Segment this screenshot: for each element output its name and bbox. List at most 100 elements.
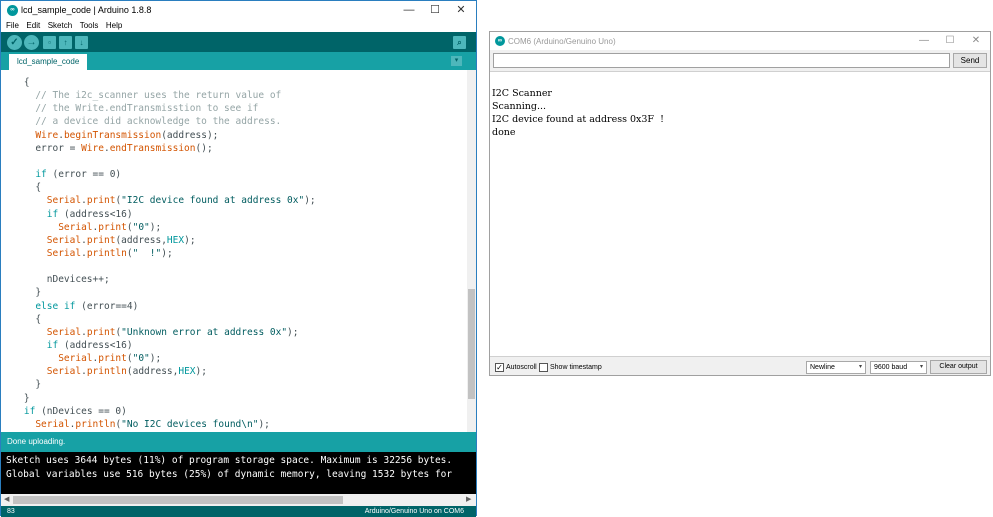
code-token: }: [1, 379, 42, 391]
code-line: error = Wire.endTransmission();: [1, 142, 213, 155]
line-ending-value: Newline: [810, 364, 835, 371]
close-button[interactable]: ✕: [447, 1, 475, 19]
code-token: );: [149, 353, 162, 365]
code-token: (address,: [126, 366, 179, 378]
code-token: );: [287, 326, 299, 338]
menu-sketch[interactable]: Sketch: [48, 19, 72, 32]
code-line: Serial.print("0");: [1, 352, 161, 365]
maximize-button[interactable]: ☐: [938, 32, 962, 50]
code-token: if: [23, 405, 36, 417]
code-line: if (nDevices == 0): [1, 405, 127, 418]
baud-rate-select[interactable]: 9600 baud ▾: [870, 361, 927, 374]
code-token: if: [46, 340, 59, 351]
menu-edit[interactable]: Edit: [26, 19, 40, 32]
arduino-ide-window: ∞ lcd_sample_code | Arduino 1.8.8 — ☐ ✕ …: [0, 0, 477, 517]
code-token: "Unknown error at address 0x": [121, 326, 288, 338]
code-editor[interactable]: { // The i2c_scanner uses the return val…: [1, 70, 467, 432]
code-token: println: [86, 247, 127, 259]
verify-button[interactable]: ✓: [7, 35, 22, 50]
code-line: }: [1, 286, 41, 299]
console-line: Sketch uses 3644 bytes (11%) of program …: [6, 455, 453, 466]
send-button[interactable]: Send: [953, 53, 987, 68]
scroll-left-arrow-icon[interactable]: ◀: [4, 494, 9, 506]
code-token: (address<16): [58, 340, 133, 351]
code-token: Serial: [46, 247, 82, 259]
code-line: if (address<16): [1, 208, 133, 221]
code-token: );: [304, 195, 316, 207]
autoscroll-checkbox[interactable]: ✓: [495, 363, 504, 372]
menu-tools[interactable]: Tools: [80, 19, 99, 32]
code-token: (nDevices == 0): [35, 405, 127, 417]
clear-output-button[interactable]: Clear output: [930, 360, 987, 374]
board-port-info: Arduino/Genuino Uno on COM6: [364, 508, 464, 515]
code-line: if (error == 0): [1, 168, 121, 181]
code-line: }: [1, 392, 30, 405]
new-sketch-button[interactable]: ▫: [43, 36, 56, 49]
code-token: HEX: [166, 234, 185, 246]
line-number: 83: [7, 508, 15, 515]
code-token: " !": [132, 247, 162, 259]
code-token: );: [258, 418, 270, 430]
status-bar: Done uploading.: [1, 432, 476, 452]
minimize-button[interactable]: —: [395, 1, 423, 19]
code-line: // a device did acknowledge to the addre…: [1, 115, 281, 128]
close-button[interactable]: ✕: [964, 32, 988, 50]
baud-rate-value: 9600 baud: [874, 364, 908, 371]
code-token: ();: [195, 142, 213, 154]
code-token: if: [35, 169, 47, 181]
tab-menu-button[interactable]: ▾: [451, 56, 462, 66]
tab-lcd-sample-code[interactable]: lcd_sample_code: [9, 54, 88, 70]
monitor-window-title: COM6 (Arduino/Genuino Uno): [508, 37, 616, 46]
code-token: if: [63, 300, 76, 312]
save-sketch-button[interactable]: ↓: [75, 36, 88, 49]
code-token: Wire: [81, 142, 104, 154]
code-token: Serial: [58, 353, 93, 365]
editor-scroll-thumb[interactable]: [468, 289, 475, 399]
upload-button[interactable]: →: [24, 35, 39, 50]
code-token: "No I2C devices found\n": [121, 418, 259, 430]
show-timestamp-checkbox[interactable]: [539, 363, 548, 372]
serial-output-area[interactable]: I2C Scanner Scanning... I2C device found…: [490, 71, 990, 357]
chevron-down-icon: ▾: [858, 364, 862, 370]
code-token: nDevices++;: [1, 274, 110, 286]
code-token: // the Write.endTransmisstion to see if: [1, 103, 259, 115]
code-line: Serial.println(address,HEX);: [1, 365, 207, 378]
line-ending-select[interactable]: Newline ▾: [806, 361, 866, 374]
menu-bar: File Edit Sketch Tools Help: [1, 19, 476, 32]
code-token: (error==4): [75, 300, 139, 312]
code-token: "0": [132, 353, 150, 365]
ide-window-title: lcd_sample_code | Arduino 1.8.8: [21, 5, 152, 15]
scroll-right-arrow-icon[interactable]: ▶: [466, 494, 471, 506]
open-sketch-button[interactable]: ↑: [59, 36, 72, 49]
serial-monitor-button[interactable]: ⌕: [453, 36, 466, 49]
code-token: {: [1, 182, 42, 194]
ide-titlebar: ∞ lcd_sample_code | Arduino 1.8.8 — ☐ ✕: [1, 1, 476, 19]
minimize-button[interactable]: —: [912, 32, 936, 50]
code-token: print: [98, 221, 127, 233]
code-token: {: [1, 77, 30, 88]
console-scroll-thumb[interactable]: [13, 496, 343, 504]
code-line: // the Write.endTransmisstion to see if: [1, 102, 258, 115]
code-token: else: [35, 300, 59, 312]
code-token: error =: [1, 142, 82, 154]
code-line: if (address<16): [1, 339, 133, 352]
code-token: );: [149, 221, 162, 233]
code-line: Serial.print("0");: [1, 221, 161, 234]
serial-input-field[interactable]: [493, 53, 950, 68]
monitor-titlebar: ∞ COM6 (Arduino/Genuino Uno) — ☐ ✕: [490, 32, 990, 50]
output-line: I2C device found at address 0x3F !: [492, 114, 664, 125]
menu-help[interactable]: Help: [106, 19, 122, 32]
menu-file[interactable]: File: [6, 19, 19, 32]
code-line: {: [1, 76, 30, 89]
maximize-button[interactable]: ☐: [421, 1, 449, 19]
code-token: "I2C device found at address 0x": [121, 195, 305, 207]
